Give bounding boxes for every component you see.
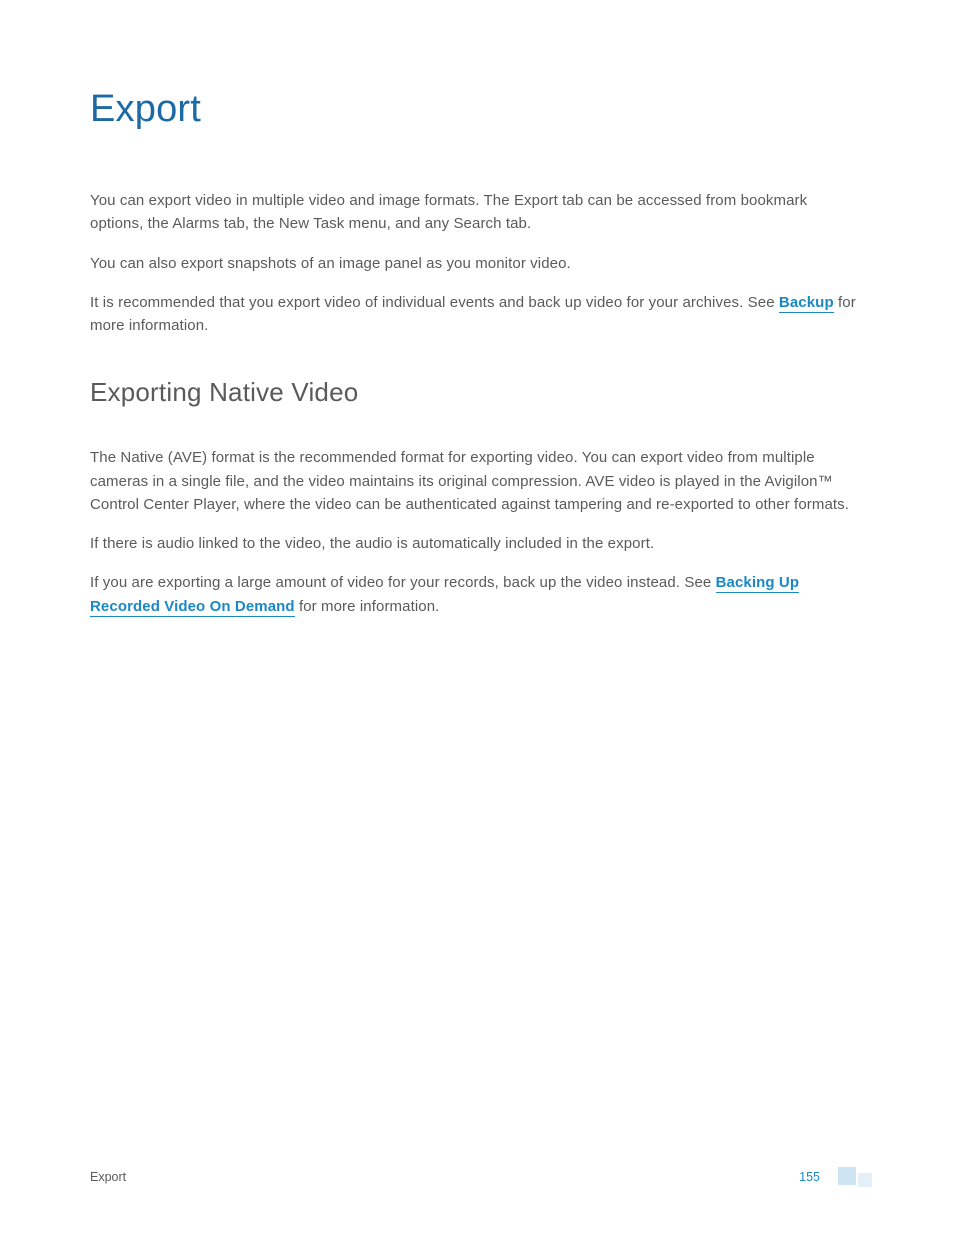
section-title-exporting-native: Exporting Native Video <box>90 377 864 408</box>
page-footer: Export 155 <box>0 1167 954 1187</box>
page-number: 155 <box>799 1170 820 1184</box>
footer-right: 155 <box>799 1167 874 1187</box>
page-title: Export <box>90 88 864 131</box>
intro-p3-text-before: It is recommended that you export video … <box>90 294 779 311</box>
footer-section-label: Export <box>90 1170 126 1184</box>
section1-p3-text-after: for more information. <box>295 598 440 615</box>
section1-p3-text-before: If you are exporting a large amount of v… <box>90 574 716 591</box>
section1-paragraph-2: If there is audio linked to the video, t… <box>90 532 864 555</box>
footer-decoration-icon <box>838 1167 874 1187</box>
backup-link[interactable]: Backup <box>779 294 834 313</box>
intro-paragraph-3: It is recommended that you export video … <box>90 291 864 338</box>
section1-paragraph-1: The Native (AVE) format is the recommend… <box>90 446 864 516</box>
page-content: Export You can export video in multiple … <box>0 0 954 618</box>
intro-paragraph-2: You can also export snapshots of an imag… <box>90 252 864 275</box>
section1-paragraph-3: If you are exporting a large amount of v… <box>90 571 864 618</box>
intro-paragraph-1: You can export video in multiple video a… <box>90 189 864 236</box>
